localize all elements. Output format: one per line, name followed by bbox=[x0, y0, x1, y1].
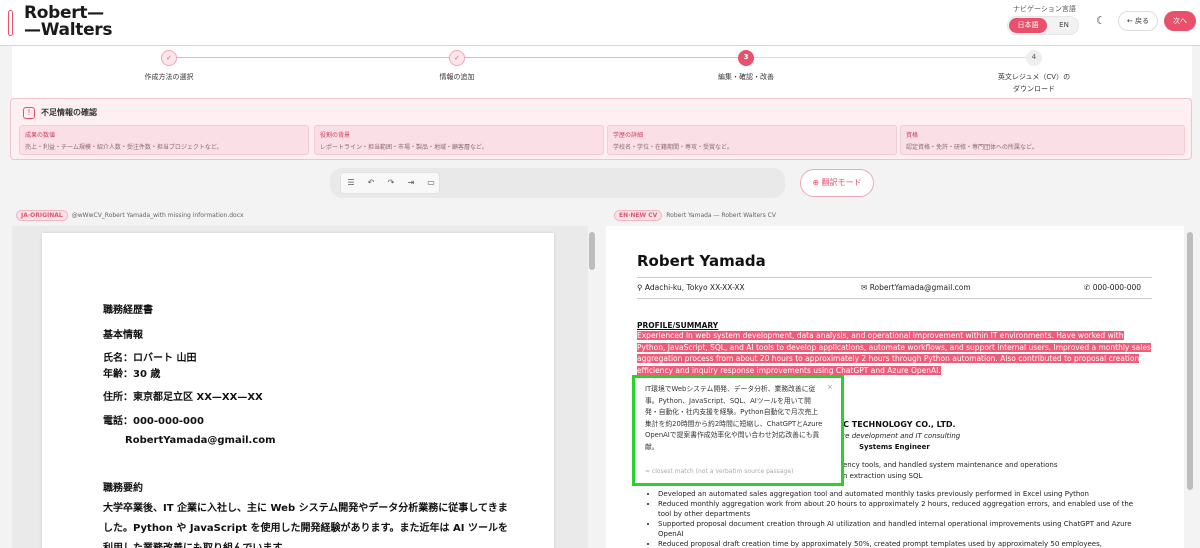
ja-original-tag: JA·ORIGINAL bbox=[16, 210, 68, 221]
cv-role: Systems Engineer bbox=[859, 443, 930, 451]
missing-card-desc: レポートライン・担当範囲・市場・製品・地域・顧客層など。 bbox=[320, 144, 488, 151]
back-button[interactable]: ← 戻る bbox=[1118, 11, 1158, 31]
list-item: Developed an automated sales aggregation… bbox=[658, 489, 1148, 499]
document-page: 職務経歴書 基本情報 氏名：ロバート 山田 年齢：30 歳 住所：東京都足立区 … bbox=[42, 233, 554, 548]
close-icon[interactable]: × bbox=[827, 383, 833, 391]
cv-pane-title: Robert Yamada — Robert Walters CV bbox=[666, 212, 776, 219]
missing-card-title: 資格 bbox=[906, 132, 919, 139]
cv-line-fragment: n extraction using SQL bbox=[843, 472, 923, 480]
step-connector bbox=[175, 57, 455, 58]
cv-phone: ✆ 000-000-000 bbox=[1084, 283, 1141, 292]
step-4-label: 英文レジュメ（CV）の ダウンロード bbox=[974, 72, 1094, 94]
step-connector bbox=[463, 57, 738, 58]
doc-age: 年齢：30 歳 bbox=[103, 369, 161, 380]
doc-name: 氏名：ロバート 山田 bbox=[103, 353, 197, 364]
lang-jp-button[interactable]: 日本語 bbox=[1009, 18, 1047, 33]
location-pin-icon: ⚲ bbox=[637, 283, 643, 292]
step-1-indicator[interactable]: ✓ bbox=[161, 50, 177, 66]
logo[interactable]: Robert— —Walters bbox=[24, 5, 113, 40]
doc-summary-body: 大学卒業後、IT 企業に入社し、主に Web システム開発やデータ分析業務に従事… bbox=[103, 503, 508, 548]
top-header: Robert— —Walters ナビゲーション言語 日本語 EN ☾ ← 戻る… bbox=[0, 0, 1200, 46]
translate-mode-button[interactable]: ⊕ 翻訳モード bbox=[800, 169, 874, 197]
next-button[interactable]: 次へ bbox=[1164, 11, 1196, 31]
list-item: Supported proposal document creation thr… bbox=[658, 519, 1148, 539]
step-connector bbox=[754, 57, 1026, 58]
original-document-pane[interactable]: 職務経歴書 基本情報 氏名：ロバート 山田 年齢：30 歳 住所：東京都足立区 … bbox=[12, 226, 588, 548]
cv-company-sub: are development and IT consulting bbox=[838, 432, 961, 440]
undo-icon[interactable]: ↶ bbox=[366, 178, 376, 188]
original-pane-header: JA·ORIGINAL @wWwCV_Robert Yamada_with mis… bbox=[16, 210, 244, 224]
logo-line2: —Walters bbox=[24, 20, 113, 40]
back-label: 戻る bbox=[1135, 17, 1150, 25]
doc-email: RobertYamada@gmail.com bbox=[125, 435, 276, 446]
list-item: Reduced proposal draft creation time by … bbox=[658, 539, 1148, 548]
doc-title: 職務経歴書 bbox=[103, 305, 153, 316]
translation-popup: IT環境でWebシステム開発、データ分析、業務改善に従事。Python、Java… bbox=[632, 375, 844, 486]
step-1-label: 作成方法の選択 bbox=[144, 73, 194, 81]
missing-card-education[interactable]: 学歴の詳細 学校名・学位・在籍期間・専攻・受賞など。 bbox=[607, 125, 897, 155]
cv-company: BC TECHNOLOGY CO., LTD. bbox=[837, 420, 956, 429]
divider bbox=[637, 277, 1152, 278]
cv-phone-text: 000-000-000 bbox=[1092, 283, 1142, 292]
cv-name: Robert Yamada bbox=[637, 252, 766, 270]
step-4-label-line1: 英文レジュメ（CV）の bbox=[997, 73, 1071, 81]
missing-card-qualifications[interactable]: 資格 認定資格・免許・研修・専門団体への所属など。 bbox=[900, 125, 1185, 155]
missing-card-title: 成果の数値 bbox=[25, 132, 56, 139]
step-4-indicator[interactable]: 4 bbox=[1026, 50, 1042, 66]
missing-card-desc: 認定資格・免許・研修・専門団体への所属など。 bbox=[906, 144, 1038, 151]
phone-icon: ✆ bbox=[1084, 283, 1091, 292]
divider bbox=[637, 298, 1152, 299]
step-4-label-line2: ダウンロード bbox=[1013, 85, 1055, 93]
doc-address: 住所：東京都足立区 XX—XX—XX bbox=[103, 392, 263, 403]
cv-section-profile: PROFILE/SUMMARY bbox=[637, 321, 719, 330]
popup-match-note: ≈ closest match (not a verbatim source p… bbox=[645, 468, 794, 475]
popup-translation-text: IT環境でWebシステム開発、データ分析、業務改善に従事。Python、Java… bbox=[645, 385, 823, 451]
left-scrollbar[interactable] bbox=[589, 232, 595, 270]
progress-stepper: ✓ 作成方法の選択 ✓ 情報の追加 3 編集・確認・改善 4 英文レジュメ（CV… bbox=[12, 46, 1192, 98]
list-icon[interactable]: ☰ bbox=[346, 178, 356, 188]
doc-basic-info: 基本情報 bbox=[103, 330, 143, 341]
missing-card-desc: 学校名・学位・在籍期間・専攻・受賞など。 bbox=[613, 144, 733, 151]
cv-email-text: RobertYamada@gmail.com bbox=[869, 283, 971, 292]
redo-icon[interactable]: ↷ bbox=[386, 178, 396, 188]
step-3-label: 編集・確認・改善 bbox=[718, 73, 774, 81]
lang-en-button[interactable]: EN bbox=[1052, 18, 1076, 33]
right-scrollbar[interactable] bbox=[1187, 232, 1193, 490]
step-2-label: 情報の追加 bbox=[439, 73, 475, 81]
alert-icon: ! bbox=[23, 107, 35, 119]
cv-summary-text: Experienced in web system development, d… bbox=[637, 331, 1151, 375]
dark-mode-icon[interactable]: ☾ bbox=[1096, 15, 1108, 27]
missing-card-achievements[interactable]: 成果の数値 売上・利益・チーム規模・紹介人数・受注件数・担当プロジェクトなど。 bbox=[19, 125, 309, 155]
cv-location-text: Adachi-ku, Tokyo XX-XX-XX bbox=[644, 283, 745, 292]
missing-card-role-context[interactable]: 役割の背景 レポートライン・担当範囲・市場・製品・地域・顧客層など。 bbox=[314, 125, 604, 155]
missing-info-panel: ! 不足情報の確認 成果の数値 売上・利益・チーム規模・紹介人数・受注件数・担当… bbox=[10, 98, 1192, 160]
align-icon[interactable]: ⇥ bbox=[406, 178, 416, 188]
editor-toolbar: ☰ ↶ ↷ ⇥ ▭ bbox=[340, 172, 440, 194]
en-new-cv-tag: EN·NEW CV bbox=[614, 210, 663, 221]
cv-email: ✉ RobertYamada@gmail.com bbox=[861, 283, 971, 292]
original-filename: @wWwCV_Robert Yamada_with missing inform… bbox=[71, 212, 244, 219]
arrow-left-icon: ← bbox=[1126, 17, 1133, 25]
window-icon[interactable]: ▭ bbox=[426, 178, 436, 188]
step-2-indicator[interactable]: ✓ bbox=[449, 50, 465, 66]
missing-card-desc: 売上・利益・チーム規模・紹介人数・受注件数・担当プロジェクトなど。 bbox=[25, 144, 223, 151]
cv-summary-highlighted[interactable]: Experienced in web system development, d… bbox=[637, 330, 1151, 376]
cv-location: ⚲ Adachi-ku, Tokyo XX-XX-XX bbox=[637, 283, 745, 292]
cv-pane-header: EN·NEW CV Robert Yamada — Robert Walters … bbox=[614, 210, 776, 224]
cv-bullet-list: Developed an automated sales aggregation… bbox=[648, 489, 1148, 548]
globe-icon: ⊕ bbox=[812, 178, 820, 187]
missing-info-title: 不足情報の確認 bbox=[41, 108, 97, 117]
list-item: Reduced monthly aggregation work from ab… bbox=[658, 499, 1148, 519]
doc-summary-title: 職務要約 bbox=[103, 483, 143, 494]
cv-line-fragment: ency tools, and handled system maintenan… bbox=[843, 461, 1058, 469]
mail-icon: ✉ bbox=[861, 283, 868, 292]
nav-language-label: ナビゲーション言語 bbox=[1013, 5, 1076, 13]
logo-mark bbox=[8, 10, 13, 36]
doc-phone: 電話：000-000-000 bbox=[103, 416, 204, 427]
translate-mode-label: 翻訳モード bbox=[821, 178, 862, 187]
missing-card-title: 学歴の詳細 bbox=[613, 132, 644, 139]
missing-card-title: 役割の背景 bbox=[320, 132, 351, 139]
language-toggle: 日本語 EN bbox=[1007, 16, 1079, 35]
step-3-indicator[interactable]: 3 bbox=[738, 50, 754, 66]
